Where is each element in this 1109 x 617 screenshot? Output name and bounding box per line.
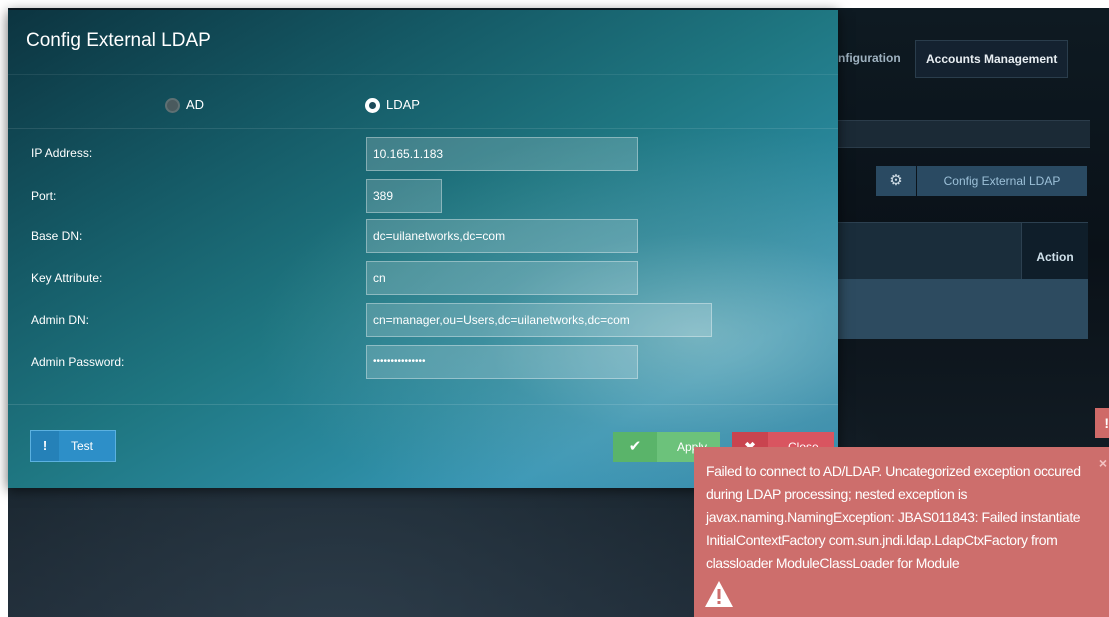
radio-button-ad[interactable]: [165, 98, 180, 114]
radio-ad-label: AD: [186, 97, 205, 112]
base-dn-label: Base DN:: [31, 229, 83, 243]
top-tab-strip: nfiguration Accounts Management: [830, 40, 1101, 80]
tab-accounts-management[interactable]: Accounts Management: [915, 40, 1069, 78]
test-button-label: Test: [71, 439, 94, 453]
error-toast: Failed to connect to AD/LDAP. Uncategori…: [694, 447, 1109, 617]
action-column-header: Action: [1021, 223, 1088, 279]
radio-ad[interactable]: AD: [165, 95, 204, 115]
accounts-table-header: Action: [830, 222, 1088, 279]
ip-address-label: IP Address:: [31, 146, 93, 160]
exclamation-icon: !: [31, 431, 59, 461]
admin-password-label: Admin Password:: [31, 355, 125, 369]
admin-dn-label: Admin DN:: [31, 313, 90, 327]
modal-title: Config External LDAP: [26, 30, 211, 51]
config-ldap-modal: Config External LDAP AD LDAP IP Address:…: [8, 10, 838, 488]
radio-button-ldap[interactable]: [365, 98, 380, 114]
tab-configuration[interactable]: nfiguration: [838, 40, 901, 76]
config-external-ldap-button[interactable]: Config External LDAP: [917, 166, 1087, 196]
footer-divider: [8, 404, 838, 405]
radio-ldap[interactable]: LDAP: [365, 95, 420, 115]
form-divider: [8, 128, 838, 129]
radio-ldap-label: LDAP: [386, 97, 420, 112]
warning-icon: !: [1095, 408, 1109, 438]
key-attribute-field[interactable]: cn: [366, 261, 638, 295]
toast-close-icon[interactable]: ×: [1099, 455, 1107, 471]
port-field[interactable]: 389: [366, 179, 442, 213]
table-row[interactable]: [830, 279, 1088, 339]
background-bar: [830, 120, 1090, 148]
modal-header: Config External LDAP: [8, 10, 838, 75]
admin-password-field[interactable]: •••••••••••••••: [366, 345, 638, 379]
ip-address-field[interactable]: 10.165.1.183: [366, 137, 638, 171]
port-label: Port:: [31, 189, 57, 203]
key-attribute-label: Key Attribute:: [31, 271, 103, 285]
test-button[interactable]: ! Test: [30, 430, 116, 462]
error-message: Failed to connect to AD/LDAP. Uncategori…: [706, 463, 1081, 571]
warning-icon: [705, 581, 733, 607]
base-dn-field[interactable]: dc=uilanetworks,dc=com: [366, 219, 638, 253]
gear-icon[interactable]: ⚙: [876, 166, 916, 196]
checkmark-icon: ✔: [613, 432, 657, 462]
admin-dn-field[interactable]: cn=manager,ou=Users,dc=uilanetworks,dc=c…: [366, 303, 712, 337]
